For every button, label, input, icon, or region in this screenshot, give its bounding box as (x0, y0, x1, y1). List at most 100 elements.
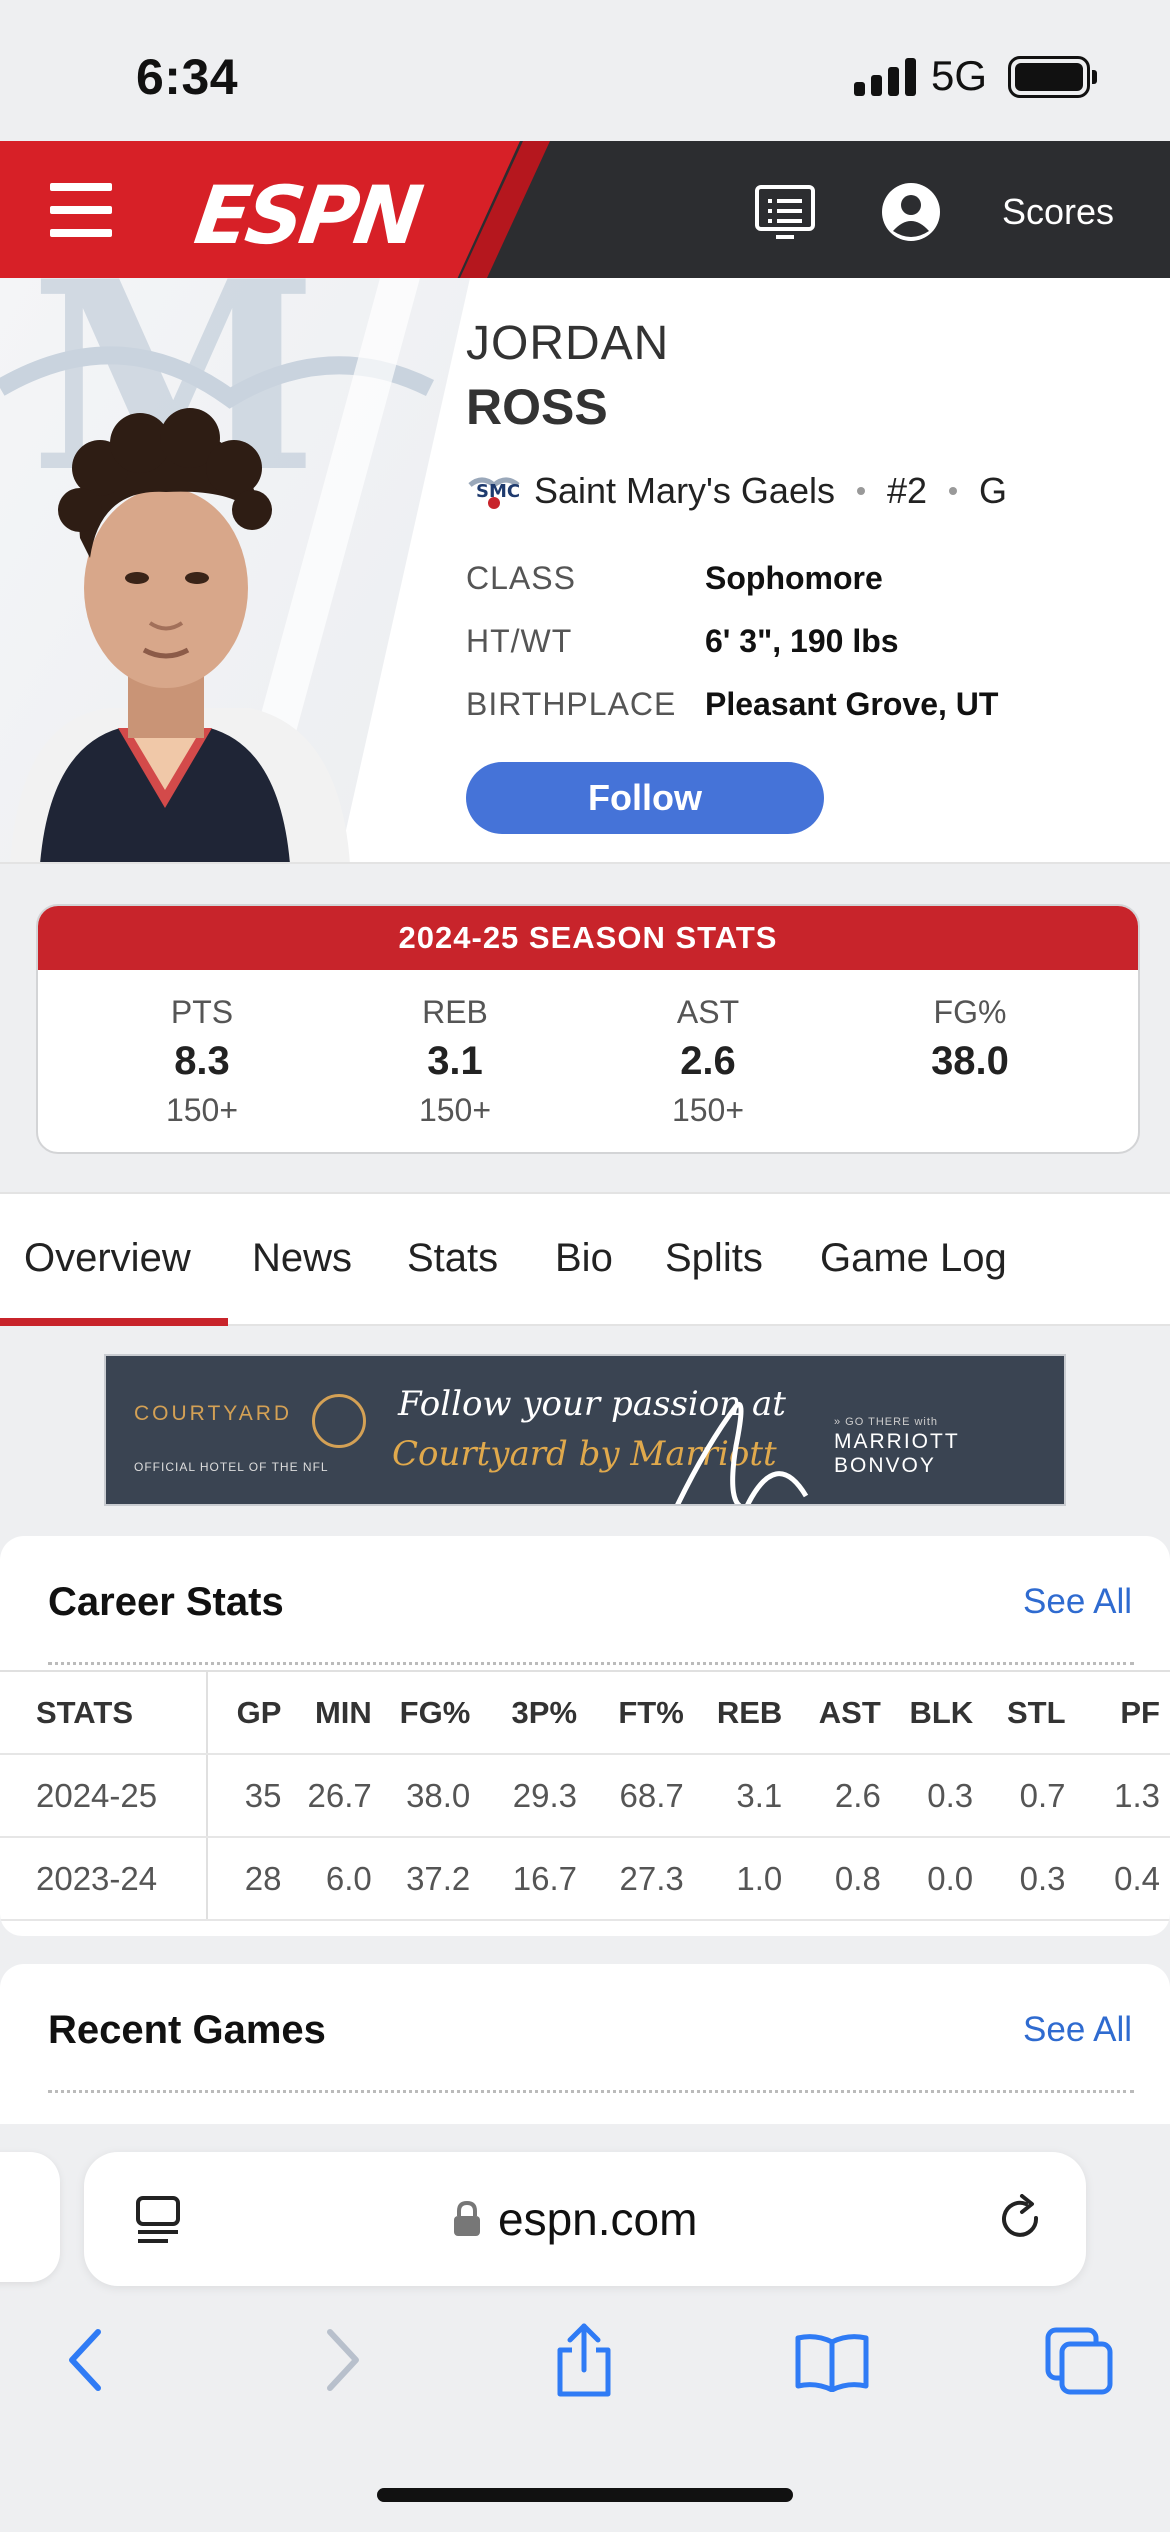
table-cell: 1.0 (693, 1837, 793, 1921)
url-text[interactable]: espn.com (498, 2192, 697, 2246)
section-title: Career Stats (48, 1580, 284, 1624)
ad-banner[interactable]: COURTYARD OFFICIAL HOTEL OF THE NFL Foll… (104, 1354, 1066, 1506)
table-cell: 28 (207, 1837, 292, 1921)
column-header: GP (207, 1670, 292, 1755)
signature-graphic (675, 1401, 809, 1504)
bio-key: HT/WT (466, 623, 573, 659)
column-header: MIN (291, 1670, 382, 1755)
player-last-name: ROSS (466, 379, 608, 435)
tab-bio[interactable]: Bio (555, 1236, 613, 1281)
browser-toolbar: espn.com (0, 2126, 1170, 2532)
ad-brand-sub: OFFICIAL HOTEL OF THE NFL (134, 1460, 329, 1474)
table-cell: 3.1 (693, 1754, 793, 1838)
table-cell: 0.0 (890, 1837, 984, 1921)
column-header: FT% (587, 1670, 694, 1755)
team-info: SMC Saint Mary's Gaels #2 G (466, 470, 1007, 512)
team-logo-icon[interactable]: SMC (466, 471, 522, 511)
network-type: 5G (931, 52, 988, 99)
stat-label: AST (676, 994, 740, 1030)
divider (48, 1662, 1134, 1665)
player-position: G (979, 470, 1008, 511)
table-cell: 0.8 (792, 1837, 891, 1921)
stat-rank: 150+ (165, 1092, 239, 1128)
table-cell: 0.7 (983, 1754, 1076, 1838)
bio-key: CLASS (466, 560, 576, 596)
ad-brand: COURTYARD (134, 1402, 293, 1425)
table-row: 2024-25 35 26.7 38.0 29.3 68.7 3.1 2.6 0… (0, 1754, 1170, 1838)
season-cell: 2023-24 (0, 1837, 209, 1921)
watch-icon[interactable] (754, 181, 816, 243)
tab-splits[interactable]: Splits (665, 1236, 763, 1281)
espn-logo[interactable]: ESPN (189, 169, 424, 262)
table-row: 2023-24 28 6.0 37.2 16.7 27.3 1.0 0.8 0.… (0, 1837, 1170, 1921)
divider (48, 2090, 1134, 2093)
lock-icon (454, 2200, 480, 2236)
tabs-icon[interactable] (1044, 2326, 1114, 2396)
column-header: FG% (381, 1670, 481, 1755)
jersey-number: #2 (886, 470, 928, 511)
column-header: AST (792, 1670, 891, 1755)
cellular-signal-icon (854, 58, 916, 96)
see-all-link[interactable]: See All (1023, 2010, 1132, 2050)
table-cell: 38.0 (381, 1754, 481, 1838)
stat-label: REB (422, 994, 488, 1030)
bio-value: Pleasant Grove, UT (705, 686, 999, 722)
table-cell: 1.3 (1075, 1754, 1170, 1838)
column-header: PF (1075, 1670, 1170, 1755)
table-cell: 6.0 (291, 1837, 382, 1921)
bookmarks-icon[interactable] (794, 2332, 870, 2392)
bio-value: Sophomore (705, 560, 883, 596)
stat-label: PTS (170, 994, 234, 1030)
team-name[interactable]: Saint Mary's Gaels (534, 470, 835, 512)
table-cell: 0.3 (890, 1754, 984, 1838)
share-icon[interactable] (552, 2322, 616, 2398)
player-tabs: Overview News Stats Bio Splits Game Log (0, 1192, 1170, 1326)
stat-label: FG% (933, 994, 1007, 1030)
tab-game-log[interactable]: Game Log (820, 1236, 1007, 1281)
bio-value: 6' 3", 190 lbs (705, 623, 899, 659)
stat-rank: 150+ (418, 1092, 492, 1128)
column-header: STL (983, 1670, 1076, 1755)
column-header: 3P% (480, 1670, 588, 1755)
follow-button[interactable]: Follow (466, 762, 824, 834)
season-stat-ast: AST 2.6 150+ (588, 994, 828, 1129)
section-title: Recent Games (48, 2008, 326, 2052)
forward-icon[interactable] (320, 2328, 364, 2392)
table-cell: 26.7 (291, 1754, 382, 1838)
scores-link[interactable]: Scores (1002, 191, 1114, 233)
table-cell: 2.6 (792, 1754, 891, 1838)
active-tab-indicator (0, 1318, 228, 1326)
recent-games-card: Recent Games See All (0, 1964, 1170, 2124)
stat-rank: 150+ (671, 1092, 745, 1128)
page-menu-icon[interactable] (134, 2194, 182, 2246)
stat-value: 2.6 (680, 1039, 736, 1083)
nfl-shield-icon (312, 1394, 366, 1448)
ad-bonvoy: MARRIOTT BONVOY (834, 1430, 960, 1477)
status-time: 6:34 (136, 49, 239, 105)
back-icon[interactable] (64, 2328, 108, 2392)
player-header: M JORDAN ROSS SMC Saint Mary's Gaels #2 (0, 278, 1170, 864)
tab-news[interactable]: News (252, 1236, 352, 1281)
season-stat-pts: PTS 8.3 150+ (82, 994, 322, 1129)
account-icon[interactable] (880, 181, 942, 243)
table-cell: 29.3 (480, 1754, 588, 1838)
table-cell: 0.3 (983, 1837, 1076, 1921)
address-bar[interactable]: espn.com (84, 2152, 1086, 2286)
table-cell: 68.7 (587, 1754, 694, 1838)
season-stat-fg-pct: FG% 38.0 (850, 994, 1090, 1092)
career-stats-card: Career Stats See All STATS GP MIN FG% 3P… (0, 1536, 1170, 1936)
hamburger-menu-icon[interactable] (50, 183, 112, 237)
tab-overview[interactable]: Overview (24, 1236, 191, 1281)
see-all-link[interactable]: See All (1023, 1582, 1132, 1622)
player-headshot: M (0, 278, 435, 862)
table-cell: 35 (207, 1754, 292, 1838)
previous-tab-preview[interactable] (0, 2152, 60, 2282)
stat-value: 38.0 (931, 1039, 1009, 1083)
player-first-name: JORDAN (466, 317, 670, 370)
season-stats-title: 2024-25 SEASON STATS (38, 906, 1138, 970)
espn-header: ESPN Scores (0, 141, 1170, 278)
reload-icon[interactable] (996, 2194, 1046, 2246)
tab-stats[interactable]: Stats (407, 1236, 498, 1281)
home-indicator (377, 2488, 793, 2502)
table-cell: 0.4 (1075, 1837, 1170, 1921)
